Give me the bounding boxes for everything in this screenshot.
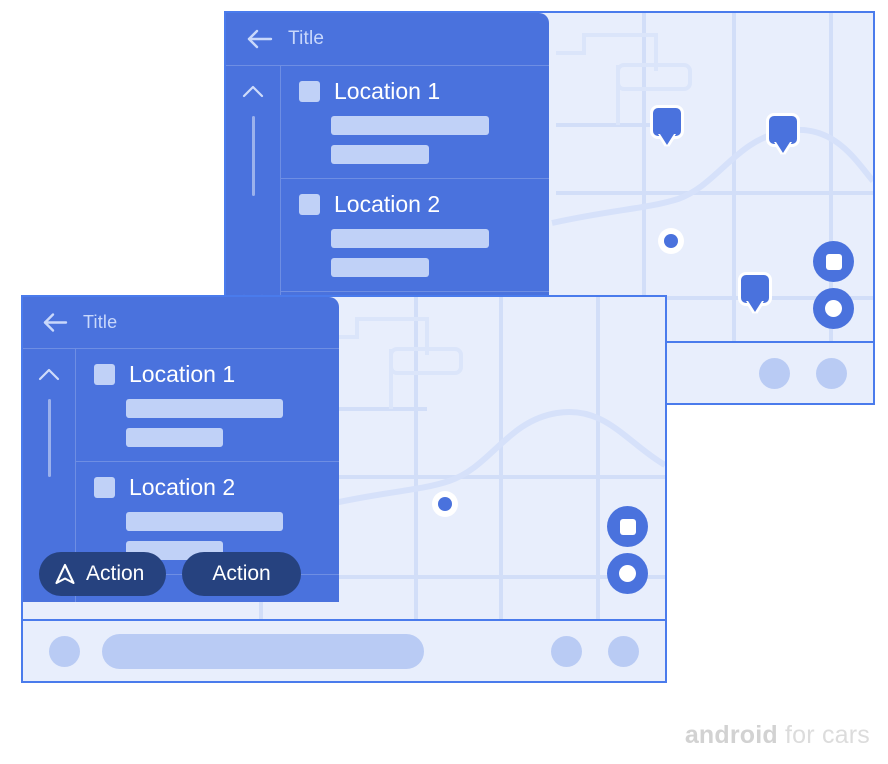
panel-header-front: Title xyxy=(23,297,339,349)
list-item-head: Location 2 xyxy=(94,474,339,501)
list-item-label: Location 2 xyxy=(129,474,236,500)
list-item-label: Location 2 xyxy=(334,191,441,217)
checkbox-placeholder[interactable] xyxy=(94,477,115,498)
system-icon-circle[interactable] xyxy=(551,635,582,667)
home-circle[interactable] xyxy=(49,635,80,667)
map-stop-button[interactable] xyxy=(813,241,854,282)
scrollbar-thumb[interactable] xyxy=(47,399,51,477)
primary-action-button[interactable]: Action xyxy=(39,552,167,596)
map-highway-front xyxy=(324,408,665,508)
map-stop-button[interactable] xyxy=(607,506,648,547)
checkbox-placeholder[interactable] xyxy=(299,194,320,215)
scrollbar-thumb[interactable] xyxy=(251,116,255,196)
text-placeholder-bar xyxy=(126,428,223,447)
list-item[interactable]: Location 1 xyxy=(281,66,549,179)
location-list-panel-back: Title Location 1 Location 2 xyxy=(226,13,549,323)
map-pin[interactable] xyxy=(650,105,684,139)
text-placeholder-bar xyxy=(331,116,489,135)
chevron-up-icon[interactable] xyxy=(33,363,66,385)
panel-scroll-rail-back[interactable] xyxy=(226,66,281,323)
system-bar-right-group xyxy=(551,635,639,667)
list-item-head: Location 1 xyxy=(94,361,339,388)
map-record-button[interactable] xyxy=(607,553,648,594)
brand-bold-text: android xyxy=(684,721,778,749)
list-item-label: Location 1 xyxy=(334,78,441,104)
text-placeholder-bar xyxy=(331,258,429,277)
action-bar-front: Action Action xyxy=(23,546,339,602)
panel-header-back: Title xyxy=(226,13,549,66)
square-icon xyxy=(619,518,636,535)
text-placeholder-bar xyxy=(126,512,283,531)
system-bar-right-group xyxy=(759,357,847,389)
back-arrow-icon[interactable] xyxy=(240,20,278,58)
list-item[interactable]: Location 2 xyxy=(281,179,549,292)
secondary-action-label: Action xyxy=(212,562,271,585)
checkbox-placeholder[interactable] xyxy=(94,364,115,385)
circle-icon xyxy=(825,300,842,317)
brand-rest-text: for cars xyxy=(777,721,870,749)
map-pin[interactable] xyxy=(766,113,800,147)
text-placeholder-bar xyxy=(126,399,283,418)
current-location-dot xyxy=(432,491,458,517)
system-icon-circle[interactable] xyxy=(816,357,847,389)
location-list-panel-front: Title Location 1 Location 2 Action Actio… xyxy=(23,297,339,602)
secondary-action-button[interactable]: Action xyxy=(182,552,301,596)
system-icon-circle[interactable] xyxy=(759,357,790,389)
list-item[interactable]: Location 1 xyxy=(76,349,339,462)
window-back-content: Title Location 1 Location 2 xyxy=(226,13,873,341)
list-item-label: Location 1 xyxy=(129,361,236,387)
panel-main-back: Location 1 Location 2 xyxy=(226,66,549,323)
map-pin[interactable] xyxy=(738,272,772,306)
location-list-back[interactable]: Location 1 Location 2 xyxy=(281,66,549,323)
location-list-map-window-front: Title Location 1 Location 2 Action Actio… xyxy=(21,295,667,683)
canvas: Title Location 1 Location 2 Title Locati… xyxy=(0,0,888,764)
map-highway-back xyxy=(551,126,873,226)
panel-title: Title xyxy=(83,312,118,332)
text-placeholder-bar xyxy=(331,229,489,248)
circle-icon xyxy=(619,565,636,582)
panel-title: Title xyxy=(288,28,325,49)
back-arrow-icon[interactable] xyxy=(37,305,73,341)
map-record-button[interactable] xyxy=(813,288,854,329)
navigation-arrow-icon xyxy=(55,563,75,585)
text-placeholder-bar xyxy=(331,145,429,164)
current-location-dot xyxy=(658,228,684,254)
search-pill[interactable] xyxy=(102,633,424,669)
system-bar-front xyxy=(23,619,665,681)
brand-watermark: android for cars xyxy=(685,721,870,750)
checkbox-placeholder[interactable] xyxy=(299,81,320,102)
list-item-head: Location 1 xyxy=(299,78,549,105)
list-item-head: Location 2 xyxy=(299,191,549,218)
primary-action-label: Action xyxy=(86,562,145,585)
square-icon xyxy=(825,253,842,270)
window-front-content: Title Location 1 Location 2 Action Actio… xyxy=(23,297,665,619)
chevron-up-icon[interactable] xyxy=(236,80,270,102)
system-icon-circle[interactable] xyxy=(608,635,639,667)
